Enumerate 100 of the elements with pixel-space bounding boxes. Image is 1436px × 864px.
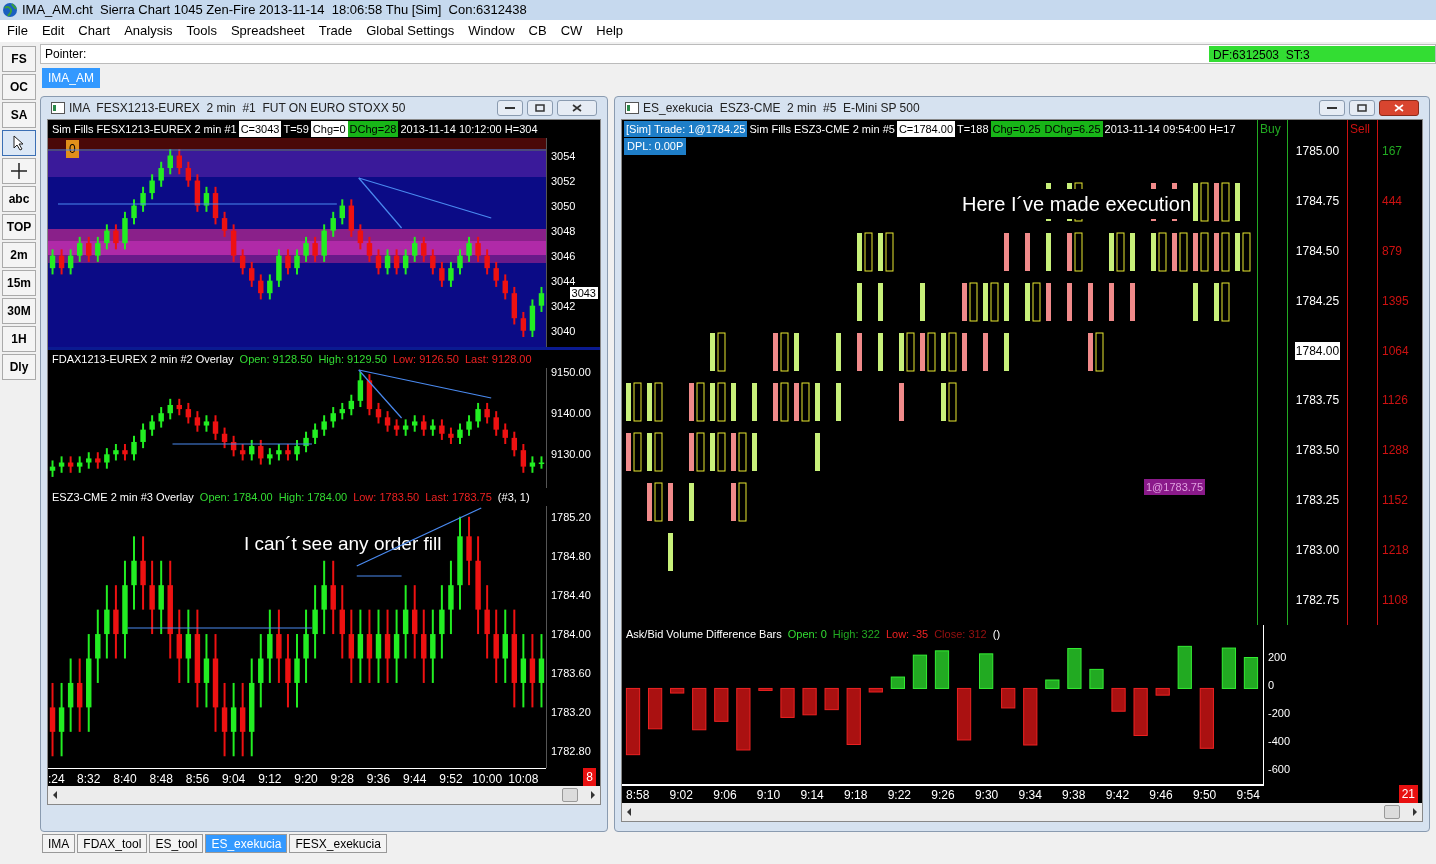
toolbar-button[interactable]: abc xyxy=(2,186,36,212)
time-axis-label: 9:10 xyxy=(756,786,781,804)
price-axis-label: 1784.00 xyxy=(551,628,591,641)
chart-header-text: Sim Fills FESX1213-EUREX 2 min #1 xyxy=(51,121,238,137)
menu-item[interactable]: Tools xyxy=(179,21,224,41)
price-axis-label: 9130.00 xyxy=(551,448,591,461)
menu-item[interactable]: Edit xyxy=(34,21,72,41)
toolbar-button[interactable]: 1H xyxy=(2,326,36,352)
overlay-value: Last: 9128.00 xyxy=(464,351,532,367)
overlay-value: Open: 1784.00 xyxy=(199,489,273,505)
ladder-price: 1784.50 xyxy=(1294,242,1341,260)
time-axis-label: 8:32 xyxy=(77,771,101,786)
time-axis-label: 10:08 xyxy=(508,771,539,786)
time-axis-label: 8:48 xyxy=(149,771,173,786)
toolbar-button[interactable]: SA xyxy=(2,102,36,128)
ladder-price: 1783.00 xyxy=(1294,542,1341,560)
time-axis-label: 9:12 xyxy=(258,771,282,786)
chart-header-text: C=1784.00 xyxy=(896,120,956,138)
time-axis-label: 9:42 xyxy=(1105,786,1130,804)
window-title: ES_exekucia ESZ3-CME 2 min #5 E-Mini SP 500 xyxy=(643,100,920,117)
time-axis-label: 9:52 xyxy=(439,771,463,786)
time-axis-label: 9:06 xyxy=(713,786,737,804)
price-axis-label: 3054 xyxy=(551,149,576,162)
profit-loss-label: DPL: 0.00P xyxy=(624,138,687,155)
toolbar-button[interactable]: OC xyxy=(2,74,36,100)
ladder-volume: 1218 xyxy=(1381,542,1410,560)
chart-header-text: C=3043 xyxy=(238,120,282,138)
overlay-title: FDAX1213-EUREX 2 min #2 Overlay xyxy=(52,351,234,367)
toolbar-button[interactable]: TOP xyxy=(2,214,36,240)
time-axis-label: 9:02 xyxy=(669,786,693,804)
overlay-value: Open: 0 xyxy=(787,626,827,642)
time-axis-label: 9:34 xyxy=(1018,786,1042,804)
menu-item[interactable]: Analysis xyxy=(117,21,180,41)
ladder-volume: 1126 xyxy=(1381,392,1409,410)
toolbar-button[interactable]: 30M xyxy=(2,298,36,324)
buy-column-header: Buy xyxy=(1259,121,1282,138)
chart-annotation: Here I´ve made execution xyxy=(962,188,1191,219)
ladder-price: 1782.75 xyxy=(1294,591,1341,609)
price-axis-label: 3044 xyxy=(551,274,576,287)
sell-column-header: Sell xyxy=(1349,121,1371,138)
menu-item[interactable]: Trade xyxy=(311,21,360,41)
chart-header-text: DChg=6.25 xyxy=(1042,120,1103,138)
chart-header-text: [Sim] Trade: 1@1784.25 xyxy=(624,120,748,138)
menu-item[interactable]: Help xyxy=(589,21,631,41)
time-axis-label: 9:22 xyxy=(887,786,911,804)
overlay-title: ESZ3-CME 2 min #3 Overlay xyxy=(52,489,194,505)
overlay-value: Low: 1783.50 xyxy=(353,489,420,505)
overlay-index: (#3, 1) xyxy=(497,489,530,505)
chart-header-text: Chg=0 xyxy=(310,120,348,138)
toolbar-button[interactable]: 2m xyxy=(2,242,36,268)
chart-tab[interactable]: FESX_exekucia xyxy=(289,834,387,853)
menu-item[interactable]: Chart xyxy=(71,21,118,41)
ladder-volume: 1108 xyxy=(1381,591,1409,609)
toolbar-button[interactable]: 15m xyxy=(2,270,36,296)
overlay-value: Low: 9126.50 xyxy=(392,351,459,367)
time-axis-label: 9:36 xyxy=(366,771,391,786)
price-axis-label: 1783.20 xyxy=(551,706,591,719)
ladder-price: 1784.25 xyxy=(1294,292,1341,310)
current-price-label: 3043 xyxy=(569,287,598,299)
bar-count-badge: 21 xyxy=(1398,785,1418,803)
price-axis-label: 1782.80 xyxy=(551,745,591,758)
time-axis-label: 9:46 xyxy=(1149,786,1173,804)
ladder-price: 1783.25 xyxy=(1294,492,1341,510)
overlay-title: Ask/Bid Volume Difference Bars xyxy=(626,626,782,642)
time-axis-label: 9:54 xyxy=(1236,786,1260,804)
price-axis-label: -400 xyxy=(1267,733,1292,749)
ladder-price: 1783.50 xyxy=(1294,442,1341,460)
ladder-volume: 1395 xyxy=(1381,292,1410,310)
time-axis-label: 8:58 xyxy=(626,786,650,804)
overlay-value: Low: -35 xyxy=(885,626,929,642)
ladder-price: 1784.00 xyxy=(1294,341,1341,360)
menu-item[interactable]: Window xyxy=(461,21,522,41)
overlay-value: High: 1784.00 xyxy=(278,489,348,505)
ladder-volume: 879 xyxy=(1381,242,1404,260)
overlay-value: Last: 1783.75 xyxy=(425,489,492,505)
menu-item[interactable]: Global Settings xyxy=(359,21,462,41)
toolbar-button[interactable]: Dly xyxy=(2,354,36,380)
time-axis-label: 9:28 xyxy=(330,771,354,786)
price-axis-label: 0 xyxy=(1267,677,1276,693)
chart-header-text: T=188 xyxy=(956,121,990,137)
menu-item[interactable]: CB xyxy=(521,21,554,41)
window-title: IMA FESX1213-EUREX 2 min #1 FUT ON EURO STOXX 50 xyxy=(69,100,406,117)
time-axis-label: 9:18 xyxy=(844,786,868,804)
menu-item[interactable]: Spreadsheet xyxy=(223,21,312,41)
overlay-value: Open: 9128.50 xyxy=(239,351,313,367)
chart-tab[interactable]: FDAX_tool xyxy=(77,834,148,853)
ladder-price: 1783.75 xyxy=(1294,392,1341,410)
ladder-volume: 444 xyxy=(1381,192,1404,210)
chart-tab[interactable]: IMA xyxy=(42,834,76,853)
overlay-value: High: 9129.50 xyxy=(318,351,387,367)
toolbar-button[interactable]: FS xyxy=(2,46,36,72)
menu-item[interactable]: File xyxy=(0,21,35,41)
chart-tab[interactable]: ES_tool xyxy=(149,834,204,853)
time-axis-label: 9:14 xyxy=(800,786,824,804)
menu-item[interactable]: CW xyxy=(553,21,590,41)
time-axis-label: 8:56 xyxy=(185,771,210,786)
chart-header-text: Sim Fills ESZ3-CME 2 min #5 xyxy=(748,121,896,137)
price-axis-label: -200 xyxy=(1267,705,1292,721)
price-axis-label: 1783.60 xyxy=(551,667,591,680)
ladder-price: 1785.00 xyxy=(1294,142,1341,160)
